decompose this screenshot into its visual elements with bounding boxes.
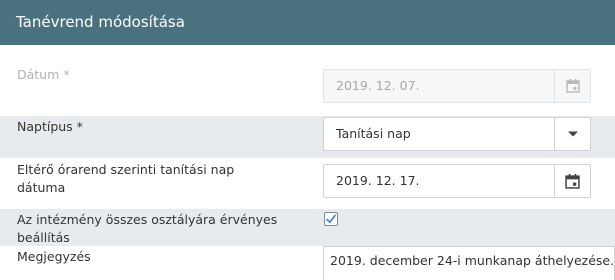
naptipus-select[interactable]: Tanítási nap [323, 117, 591, 151]
elterő-orarend-label-line1: Eltérő órarend szerinti tanítási nap [17, 162, 235, 177]
elterő-orarend-date-field[interactable]: 2019. 12. 17. [323, 164, 591, 198]
chevron-down-icon[interactable] [554, 118, 590, 150]
osszes-osztaly-label-line2: beállítás [17, 230, 70, 245]
osszes-osztaly-row: Az intézmény összes osztályára érvényes … [0, 209, 615, 246]
megjegyzes-row: Megjegyzés 2019. december 24-i munkanap … [0, 246, 615, 280]
naptipus-label: Naptípus * [17, 119, 83, 134]
megjegyzes-textarea[interactable]: 2019. december 24-i munkanap áthelyezése… [323, 246, 615, 280]
elterő-orarend-row: Eltérő órarend szerinti tanítási nap dát… [0, 158, 615, 209]
elterő-orarend-label: Eltérő órarend szerinti tanítási nap dát… [17, 161, 287, 197]
calendar-icon[interactable] [554, 165, 590, 197]
dialog-header: Tanévrend módosítása [0, 0, 615, 45]
megjegyzes-label: Megjegyzés [17, 249, 91, 264]
datum-row: Dátum * 2019. 12. 07. [0, 45, 615, 116]
datum-label: Dátum * [17, 67, 70, 82]
check-icon [326, 214, 336, 224]
osszes-osztaly-label-line1: Az intézmény összes osztályára érvényes [17, 212, 278, 227]
osszes-osztaly-label: Az intézmény összes osztályára érvényes … [17, 211, 287, 247]
osszes-osztaly-checkbox[interactable] [324, 212, 338, 226]
datum-field: 2019. 12. 07. [323, 69, 591, 103]
naptipus-row: Naptípus * Tanítási nap [0, 116, 615, 158]
naptipus-selected-value: Tanítási nap [336, 126, 411, 141]
elterő-orarend-label-line2: dátuma [17, 180, 66, 195]
datum-value: 2019. 12. 07. [336, 78, 420, 93]
dialog-title: Tanévrend módosítása [16, 13, 185, 31]
calendar-icon [554, 70, 590, 102]
elterő-orarend-date-value: 2019. 12. 17. [336, 173, 420, 188]
